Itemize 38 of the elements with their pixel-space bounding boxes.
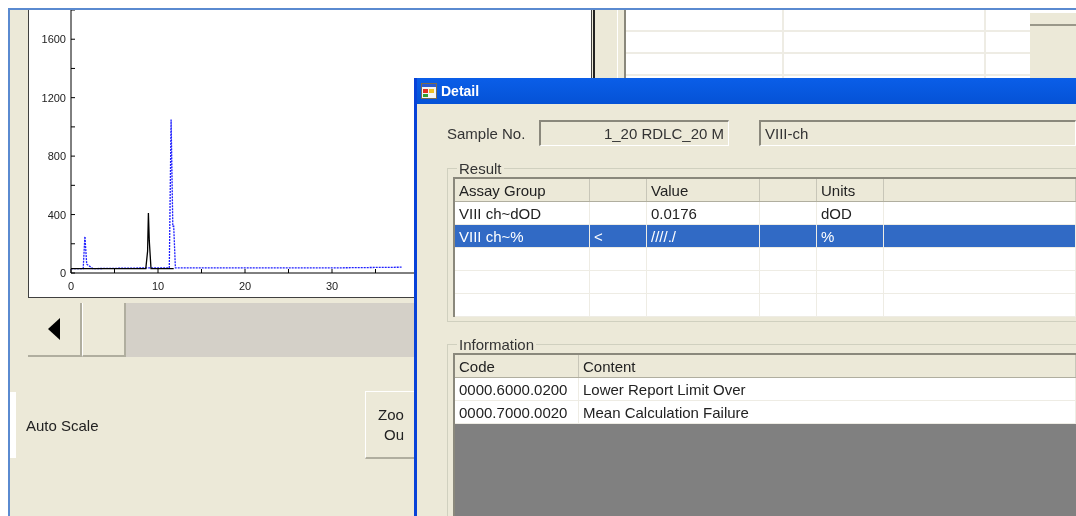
column-header[interactable]: Units [817,179,884,201]
window-title: Detail [441,83,480,99]
y-tick-label: 1600 [41,33,66,46]
sample-label: Sample No. [447,124,527,142]
table-row[interactable]: 0000.7000.0020 Mean Calculation Failure [455,401,1076,424]
table-cell: < [590,225,647,247]
table-cell: VIII ch~dOD [455,202,590,224]
x-tick-label: 10 [151,280,165,292]
table-cell: 0000.7000.0020 [455,401,579,423]
table-cell: Mean Calculation Failure [579,401,1076,423]
table-cell: 0.0176 [647,202,760,224]
table-cell: % [817,225,884,247]
y-tick-label: 400 [47,208,66,221]
group-title: Result [458,160,503,177]
table-row[interactable]: VIII ch~% < ////./ % [455,225,1076,248]
table-row[interactable]: VIII ch~dOD 0.0176 dOD [455,202,1076,225]
x-tick-label: 20 [238,280,252,292]
y-tick-label: 800 [47,150,66,163]
table-cell: VIII ch~% [455,225,590,247]
x-tick-label: 30 [325,280,339,292]
scrollbar-thumb[interactable] [82,303,126,357]
y-tick-label: 1200 [41,91,66,104]
x-tick-label: 0 [67,280,75,292]
group-title: Information [458,336,536,353]
table-cell: dOD [817,202,884,224]
y-tick-label: 0 [59,267,66,279]
table-cell: 0000.6000.0200 [455,378,579,400]
table-row[interactable]: 0000.6000.0200 Lower Report Limit Over [455,378,1076,401]
column-header[interactable]: Content [579,355,1076,377]
table-cell: Lower Report Limit Over [579,378,1076,400]
channel-field[interactable]: VIII-ch [759,120,1076,146]
column-header[interactable]: Assay Group [455,179,590,201]
table-cell: ////./ [647,225,760,247]
sample-field[interactable]: 1_20 RDLC_20 M [539,120,729,146]
app-icon [421,83,437,99]
column-header[interactable]: Value [647,179,760,201]
left-arrow-icon [48,318,60,340]
column-header[interactable]: Code [455,355,579,377]
